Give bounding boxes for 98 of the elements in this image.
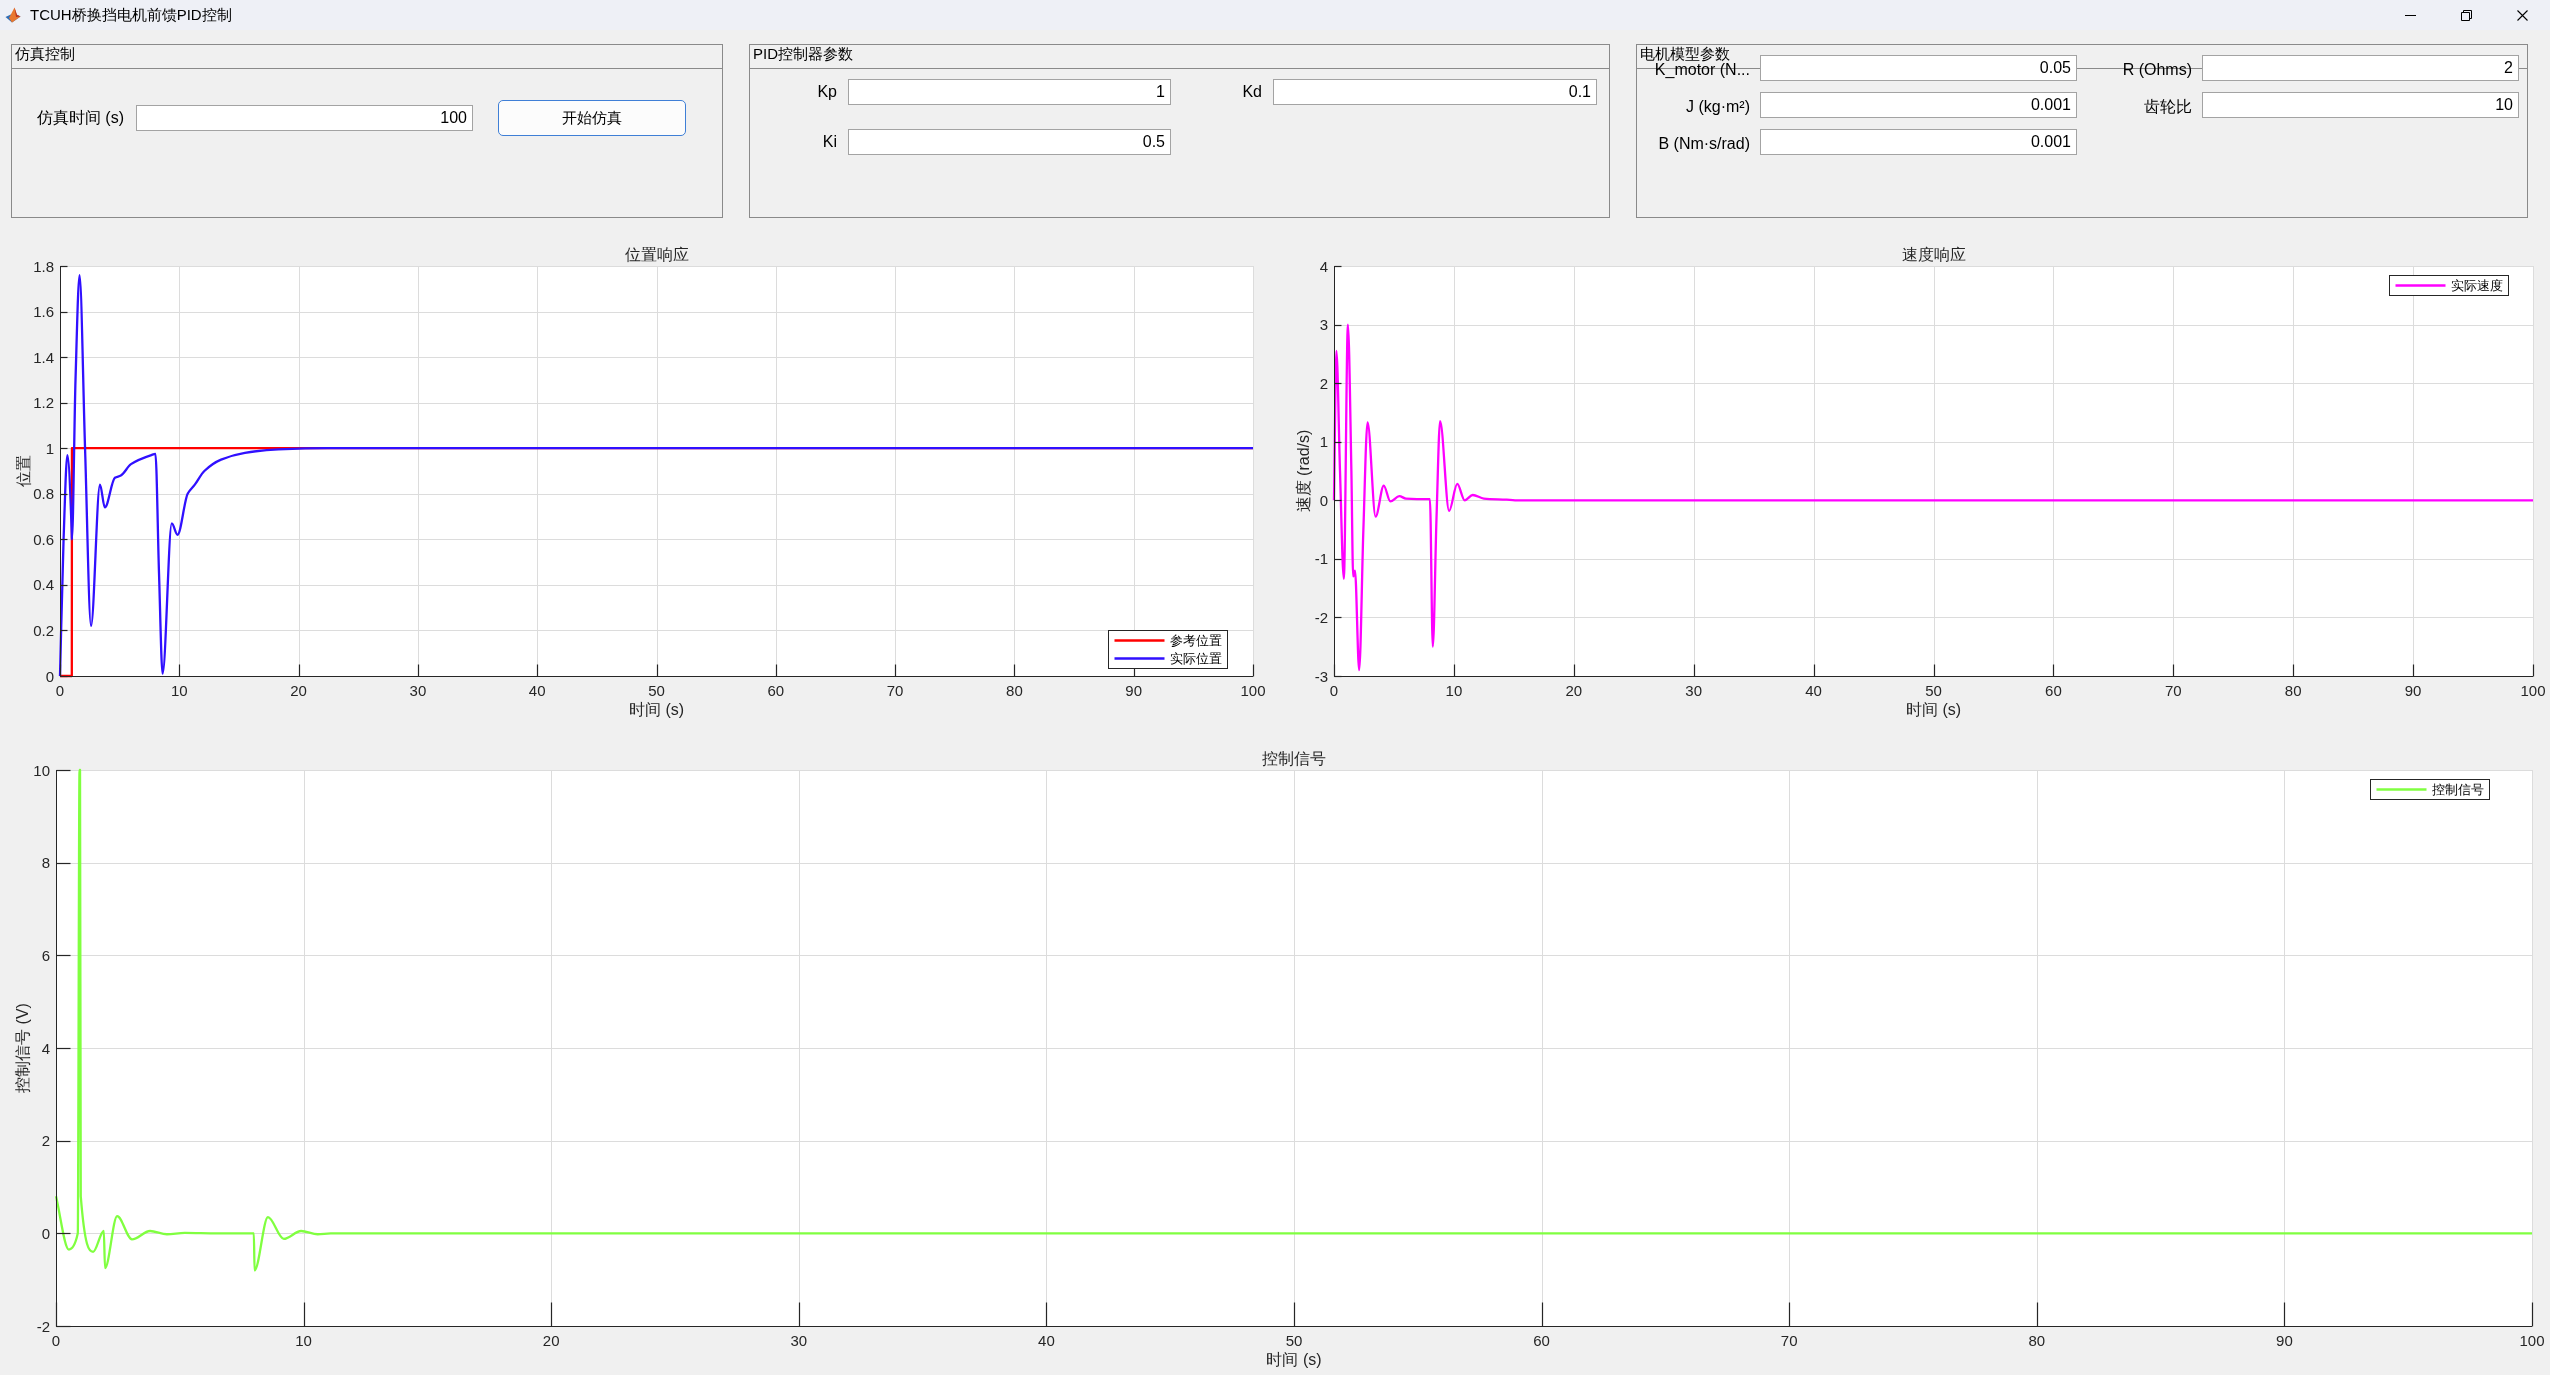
tick-label: 0 [1319,491,1328,509]
tick-label: 50 [648,682,665,699]
field-label: R (Ohms) [2122,62,2192,78]
tick-label: 100 [2519,1332,2545,1349]
text-field[interactable]: 2 [2202,55,2519,81]
text-field[interactable]: 0.001 [1760,92,2077,118]
tick-label: -1 [1314,550,1328,568]
tick-label: -3 [1314,667,1328,685]
tick-label: 1.4 [33,348,54,366]
field-label: 齿轮比 [2144,99,2192,115]
field-label: K_motor (N... [1654,62,1750,78]
axis-label: 位置 [14,455,32,487]
tick-label: -2 [36,1317,50,1335]
tick-label: 0 [55,682,65,699]
tick-label: 0.8 [33,485,54,503]
tick-label: 0.4 [33,576,54,594]
tick-label: 3 [1319,316,1328,334]
tick-label: 30 [790,1332,808,1349]
tick-label: 30 [409,682,427,699]
tick-label: 20 [290,682,307,699]
tick-label: 80 [1006,682,1023,699]
legend-label: 参考位置 [1169,634,1222,648]
field-label: J (kg·m²) [1686,99,1750,115]
tick-label: 1.8 [33,257,54,275]
panel-title: 仿真控制 [15,46,75,64]
text-field[interactable]: 100 [136,105,473,131]
axis-label: 时间 (s) [1266,1351,1322,1368]
tick-label: 1 [1319,433,1328,451]
tick-label: 0 [1329,682,1339,699]
tick-label: 6 [41,946,50,964]
legend-label: 实际位置 [1169,652,1222,666]
tick-label: 4 [1319,257,1328,275]
tick-label: 60 [2045,682,2062,699]
axis-label: 控制信号 (V) [13,1003,31,1093]
tick-label: 1 [45,439,54,457]
field-label: Kp [817,84,837,100]
tick-label: 100 [1240,682,1266,699]
window-title: TCUH桥换挡电机前馈PID控制 [30,6,232,24]
text-field[interactable]: 0.1 [1273,79,1597,105]
peak-logo-icon [5,7,21,23]
text-field[interactable]: 0.001 [1760,129,2077,155]
tick-label: 10 [1445,682,1463,699]
tick-label: 10 [33,761,50,779]
field-label: Kd [1242,84,1262,100]
text-field[interactable]: 1 [848,79,1171,105]
tick-label: 70 [886,682,904,699]
tick-label: 0.2 [33,621,54,639]
legend-label: 实际速度 [2450,279,2503,293]
tick-label: 30 [1685,682,1703,699]
tick-label: 0 [45,667,54,685]
tick-label: 50 [1285,1332,1303,1349]
field-label: Ki [822,134,837,150]
tick-label: 80 [2284,682,2302,699]
tick-label: 40 [1805,682,1822,699]
tick-label: 1.2 [33,394,54,412]
tick-label: 2 [41,1132,50,1150]
chart-title: 控制信号 [1262,750,1326,767]
tick-label: 80 [2028,1332,2046,1349]
axis-label: 速度 (rad/s) [1294,429,1312,513]
tick-label: 90 [1125,682,1143,699]
tick-label: 8 [41,854,50,872]
field-label: B (Nm·s/rad) [1658,136,1750,152]
tick-label: 20 [1565,682,1583,699]
tick-label: 0 [41,1224,50,1242]
tick-label: 40 [1038,1332,1055,1349]
tick-label: 10 [295,1332,312,1349]
tick-label: 90 [2276,1332,2293,1349]
tick-label: 0.6 [33,530,54,548]
field-label: 仿真时间 (s) [36,110,124,126]
tick-label: 60 [767,682,785,699]
tick-label: -2 [1314,608,1328,626]
tick-label: 90 [2404,682,2422,699]
tick-label: 50 [1925,682,1942,699]
close-icon [2516,9,2528,21]
minimize-icon [2404,14,2416,16]
legend-label: 控制信号 [2431,783,2484,797]
tick-label: 60 [1533,1332,1550,1349]
chart-title: 速度响应 [1901,246,1966,263]
text-field[interactable]: 0.5 [848,129,1171,155]
tick-label: 70 [1780,1332,1798,1349]
tick-label: 4 [41,1039,50,1057]
restore-icon [2460,9,2472,21]
tick-label: 0 [51,1332,61,1349]
tick-label: 70 [2164,682,2182,699]
tick-label: 2 [1319,374,1328,392]
chart-title: 位置响应 [624,246,689,263]
tick-label: 100 [2520,682,2546,699]
text-field[interactable]: 10 [2202,92,2519,118]
axis-label: 时间 (s) [628,701,685,718]
tick-label: 20 [542,1332,560,1349]
tick-label: 40 [528,682,546,699]
tick-label: 1.6 [33,303,54,321]
start-button[interactable]: 开始仿真 [498,100,686,136]
text-field[interactable]: 0.05 [1760,55,2077,81]
tick-label: 10 [170,682,188,699]
panel-title: PID控制器参数 [753,46,853,64]
panel-title: 电机模型参数 [1640,46,1730,63]
axis-label: 时间 (s) [1905,701,1962,718]
